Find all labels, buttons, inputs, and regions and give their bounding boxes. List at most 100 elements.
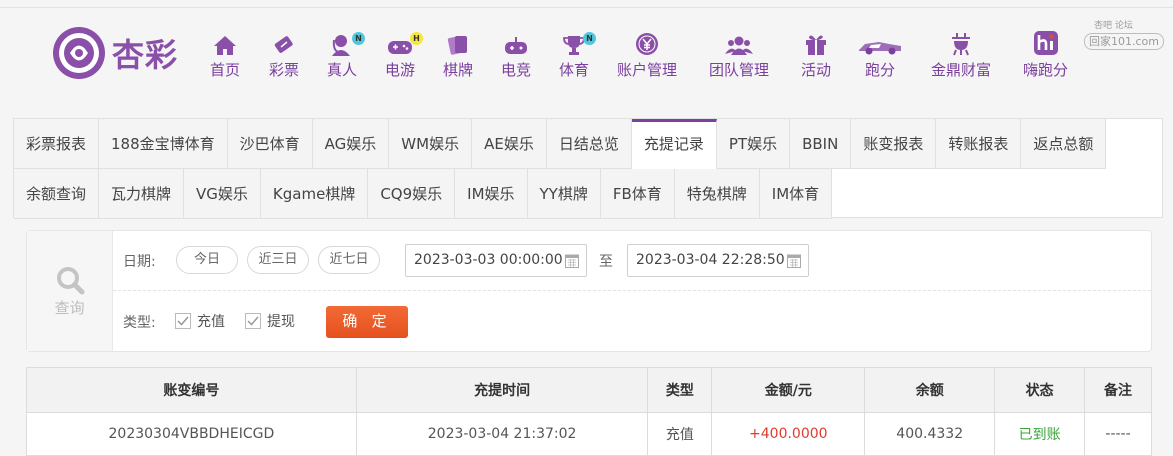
range-separator: 至: [599, 254, 613, 270]
nav-label: 账户管理: [617, 61, 678, 79]
report-tabs: 彩票报表 188金宝博体育 沙巴体育 AG娱乐 WM娱乐 AE娱乐 日结总览 充…: [13, 118, 1163, 219]
nav-label: 电竞: [501, 61, 532, 79]
nav-label: 真人: [327, 61, 358, 79]
new-badge: N: [583, 32, 596, 45]
hi-app-icon: [1033, 31, 1058, 55]
tab-im[interactable]: IM娱乐: [455, 169, 528, 219]
tab-cq9[interactable]: CQ9娱乐: [368, 169, 456, 219]
status-cell: 已到账: [994, 412, 1086, 456]
tab-transfer-report[interactable]: 转账报表: [936, 119, 1022, 169]
withdraw-checkbox-label: 提现: [267, 314, 295, 330]
column-header: 账变编号: [26, 367, 357, 413]
withdraw-checkbox[interactable]: 提现: [245, 311, 295, 331]
nav-home[interactable]: 首页: [210, 30, 240, 80]
start-datetime-input[interactable]: 2023-03-03 00:00:00: [405, 244, 587, 277]
logo[interactable]: 杏彩: [50, 24, 178, 82]
nav-label: 电游: [385, 61, 416, 79]
end-datetime-input[interactable]: 2023-03-04 22:28:50: [627, 244, 809, 277]
nav-label: 体育: [559, 61, 590, 79]
balance-cell: 400.4332: [864, 412, 996, 456]
deposit-checkbox[interactable]: 充值: [175, 311, 225, 331]
last-7-days-button[interactable]: 近七日: [318, 246, 380, 274]
type-filter-row: 类型: 充值 提现 确 定: [113, 291, 1151, 351]
live-dealer-icon: [332, 35, 350, 56]
confirm-button[interactable]: 确 定: [326, 306, 408, 338]
nav-label: 跑分: [864, 61, 895, 79]
query-side[interactable]: 查询: [27, 231, 113, 351]
tab-wm[interactable]: WM娱乐: [389, 119, 473, 169]
tab-deposit-withdraw-records[interactable]: 充提记录: [631, 119, 717, 169]
end-datetime-value: 2023-03-04 22:28:50: [636, 252, 785, 268]
calendar-icon[interactable]: [787, 253, 801, 268]
nav-label: 活动: [801, 61, 832, 79]
race-car-icon: [859, 42, 901, 55]
tab-kgame-chess[interactable]: Kgame棋牌: [260, 169, 369, 219]
nav-live[interactable]: N 真人: [327, 30, 365, 80]
yen-coin-icon: [636, 33, 658, 55]
query-panel: 查询 日期: 今日 近三日 近七日 2023-03-03 00:00:00 至 …: [26, 230, 1152, 352]
nav-team[interactable]: 团队管理: [709, 30, 769, 80]
tab-pt[interactable]: PT娱乐: [716, 119, 791, 169]
type-label: 类型:: [123, 315, 156, 331]
tab-ae[interactable]: AE娱乐: [472, 119, 547, 169]
date-filter-row: 日期: 今日 近三日 近七日 2023-03-03 00:00:00 至 202…: [113, 231, 1151, 291]
nav-promotions[interactable]: 活动: [801, 30, 831, 80]
nav-hi-racing[interactable]: 嗨跑分: [1023, 30, 1068, 80]
nav-label: 棋牌: [443, 61, 474, 79]
tab-balance-query[interactable]: 余额查询: [14, 169, 100, 219]
today-button[interactable]: 今日: [176, 246, 238, 274]
remark-cell: -----: [1084, 412, 1152, 456]
tab-tetu-chess[interactable]: 特兔棋牌: [674, 169, 760, 219]
tab-yy-chess[interactable]: YY棋牌: [527, 169, 601, 219]
date-label: 日期:: [123, 254, 156, 270]
watermark-top-text: 杏吧 论坛: [1094, 21, 1133, 31]
tab-row-2: 余额查询 瓦力棋牌 VG娱乐 Kgame棋牌 CQ9娱乐 IM娱乐 YY棋牌 F…: [14, 169, 1162, 219]
tab-im-sports[interactable]: IM体育: [759, 169, 833, 219]
tab-account-change-report[interactable]: 账变报表: [851, 119, 937, 169]
checkmark-icon: [245, 313, 261, 329]
query-side-label: 查询: [54, 298, 85, 317]
top-divider: [0, 7, 1173, 8]
deposit-checkbox-label: 充值: [197, 314, 225, 330]
tab-daily-overview[interactable]: 日结总览: [546, 119, 632, 169]
table-row: 20230304VBBDHEICGD 2023-03-04 21:37:02 充…: [26, 412, 1152, 456]
nav-racing[interactable]: 跑分: [857, 30, 903, 80]
nav-label: 彩票: [269, 61, 300, 79]
tab-ag[interactable]: AG娱乐: [312, 119, 390, 169]
nav-label: 嗨跑分: [1023, 61, 1069, 79]
tab-rebate-total[interactable]: 返点总额: [1021, 119, 1107, 169]
nav-esports[interactable]: 电竞: [501, 30, 531, 80]
nav-slots[interactable]: H 电游: [385, 30, 423, 80]
brand-name: 杏彩: [112, 36, 179, 74]
brand-emblem-icon: [53, 27, 105, 79]
nav-account[interactable]: 账户管理: [617, 30, 677, 80]
table-header-row: 账变编号 充提时间 类型 金额/元 余额 状态 备注: [26, 367, 1152, 413]
last-3-days-button[interactable]: 近三日: [247, 246, 309, 274]
tab-fb-sports[interactable]: FB体育: [600, 169, 675, 219]
type-cell: 充值: [647, 412, 713, 456]
tab-lottery-report[interactable]: 彩票报表: [14, 119, 100, 169]
tab-wali-chess[interactable]: 瓦力棋牌: [99, 169, 185, 219]
checkmark-icon: [175, 313, 191, 329]
tab-saba-sports[interactable]: 沙巴体育: [227, 119, 313, 169]
tab-row-1: 彩票报表 188金宝博体育 沙巴体育 AG娱乐 WM娱乐 AE娱乐 日结总览 充…: [14, 119, 1162, 169]
tab-bbin[interactable]: BBIN: [790, 119, 852, 169]
transaction-id-cell: 20230304VBBDHEICGD: [26, 412, 357, 456]
tab-vg[interactable]: VG娱乐: [184, 169, 261, 219]
calendar-icon[interactable]: [565, 253, 579, 268]
nav-sports[interactable]: N 体育: [559, 30, 596, 80]
cards-icon: [447, 36, 467, 55]
nav-label: 首页: [210, 61, 241, 79]
column-header: 金额/元: [711, 367, 866, 413]
column-header: 余额: [864, 367, 996, 413]
amount-cell: +400.0000: [711, 412, 866, 456]
nav-lottery[interactable]: 彩票: [269, 30, 299, 80]
new-badge: N: [352, 32, 365, 45]
start-datetime-value: 2023-03-03 00:00:00: [414, 252, 563, 268]
nav-chess[interactable]: 棋牌: [443, 30, 473, 80]
site-watermark: 杏吧 论坛 回家101.com: [1082, 18, 1168, 52]
nav-label: 团队管理: [709, 61, 770, 79]
tab-188-sports[interactable]: 188金宝博体育: [99, 119, 228, 169]
nav-jinding[interactable]: 金鼎财富: [931, 30, 991, 80]
watermark-bottom-text: 回家101.com: [1084, 33, 1164, 50]
